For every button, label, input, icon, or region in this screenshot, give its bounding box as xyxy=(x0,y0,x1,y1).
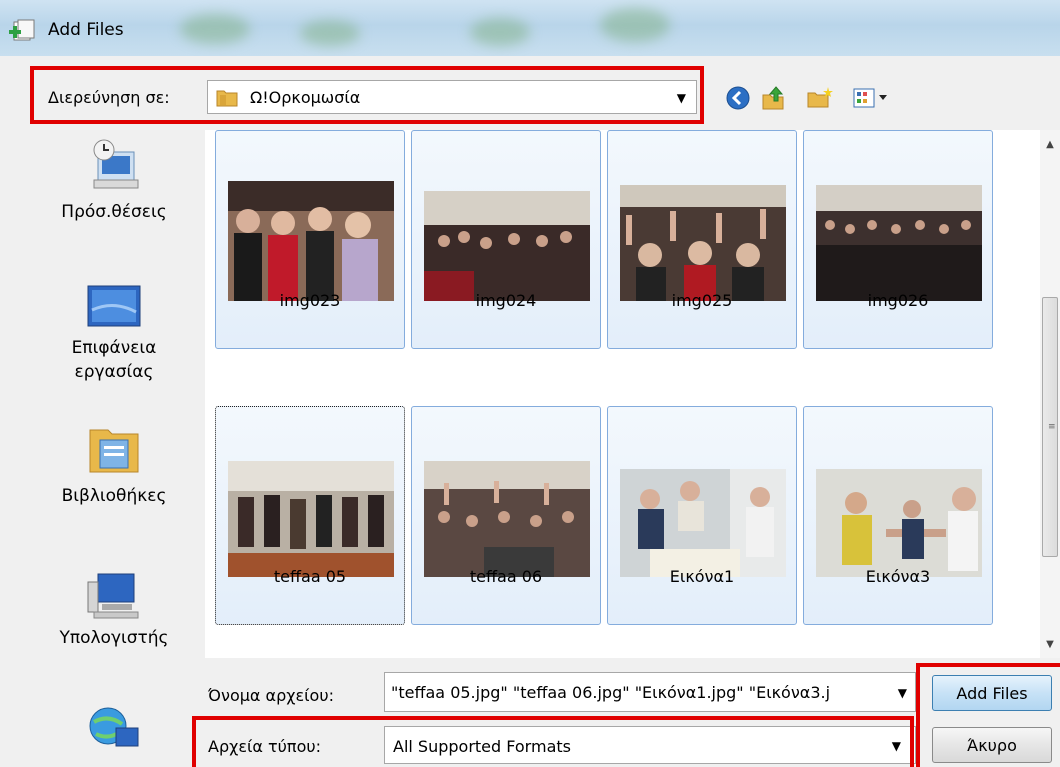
network-icon xyxy=(89,707,139,747)
file-list[interactable]: img023 img024 img025 img026 teffaa 05 te… xyxy=(205,130,1040,658)
look-in-highlight xyxy=(30,66,704,124)
title-bar[interactable]: Add Files xyxy=(0,0,1060,56)
new-folder-button[interactable] xyxy=(806,84,834,112)
file-name: teffaa 06 xyxy=(469,567,543,586)
file-tile[interactable]: img024 xyxy=(411,130,601,349)
libraries-icon xyxy=(89,429,139,473)
file-tile[interactable]: img026 xyxy=(803,130,993,349)
file-name: img023 xyxy=(279,291,341,310)
photo-thumbnail xyxy=(816,469,982,577)
back-arrow-icon xyxy=(726,86,750,110)
place-label: Επιφάνεια εργασίας xyxy=(71,338,157,382)
view-menu-icon xyxy=(853,88,887,108)
place-recent[interactable]: Πρόσ.θέσεις xyxy=(30,136,198,224)
file-name: Εικόνα1 xyxy=(669,567,735,586)
back-button[interactable] xyxy=(724,84,752,112)
up-folder-button[interactable] xyxy=(760,84,788,112)
file-tile[interactable]: Εικόνα1 xyxy=(607,406,797,625)
file-tile[interactable]: img023 xyxy=(215,130,405,349)
place-libraries[interactable]: Βιβλιοθήκες xyxy=(30,420,198,508)
place-network[interactable] xyxy=(30,702,198,762)
photo-thumbnail xyxy=(228,461,394,577)
file-name-value: "teffaa 05.jpg" "teffaa 06.jpg" "Εικόνα1… xyxy=(391,683,831,702)
photo-thumbnail xyxy=(620,185,786,301)
buttons-highlight xyxy=(916,663,1060,767)
view-menu-button[interactable] xyxy=(850,84,894,112)
scroll-down-arrow-icon[interactable]: ▼ xyxy=(1040,636,1060,654)
file-name: teffaa 05 xyxy=(273,567,347,586)
vertical-scrollbar[interactable]: ▲ ≡ ▼ xyxy=(1040,130,1060,658)
computer-icon xyxy=(87,573,139,619)
file-name: img025 xyxy=(671,291,733,310)
file-name-label: Όνομα αρχείου: xyxy=(208,686,334,705)
file-type-highlight xyxy=(192,716,914,767)
file-tile[interactable]: teffaa 06 xyxy=(411,406,601,625)
scrollbar-thumb[interactable]: ≡ xyxy=(1042,297,1058,557)
file-tile[interactable]: img025 xyxy=(607,130,797,349)
photo-thumbnail xyxy=(816,185,982,301)
up-folder-icon xyxy=(762,86,784,110)
photo-thumbnail xyxy=(424,191,590,301)
grip-icon: ≡ xyxy=(1048,422,1056,432)
place-label: Βιβλιοθήκες xyxy=(61,486,167,506)
recent-places-icon xyxy=(93,139,139,189)
photo-thumbnail xyxy=(424,461,590,577)
file-tile[interactable]: teffaa 05 xyxy=(215,406,405,625)
photo-thumbnail xyxy=(228,181,394,301)
new-folder-icon xyxy=(807,87,833,108)
chevron-down-icon[interactable]: ▼ xyxy=(898,686,907,700)
photo-thumbnail xyxy=(620,469,786,577)
desktop-icon xyxy=(87,285,141,327)
place-computer[interactable]: Υπολογιστής xyxy=(30,566,198,650)
place-label: Πρόσ.θέσεις xyxy=(61,202,167,222)
scroll-up-arrow-icon[interactable]: ▲ xyxy=(1040,136,1060,154)
place-label: Υπολογιστής xyxy=(59,628,169,648)
file-name: Εικόνα3 xyxy=(865,567,931,586)
places-bar: Πρόσ.θέσεις Επιφάνεια εργασίας Βιβλιοθήκ… xyxy=(30,130,198,767)
file-name-input[interactable]: "teffaa 05.jpg" "teffaa 06.jpg" "Εικόνα1… xyxy=(384,672,916,712)
file-name: img024 xyxy=(475,291,537,310)
add-files-icon xyxy=(9,19,35,41)
file-tile[interactable]: Εικόνα3 xyxy=(803,406,993,625)
window-title: Add Files xyxy=(48,20,124,40)
place-desktop[interactable]: Επιφάνεια εργασίας xyxy=(30,280,198,384)
file-name: img026 xyxy=(867,291,929,310)
